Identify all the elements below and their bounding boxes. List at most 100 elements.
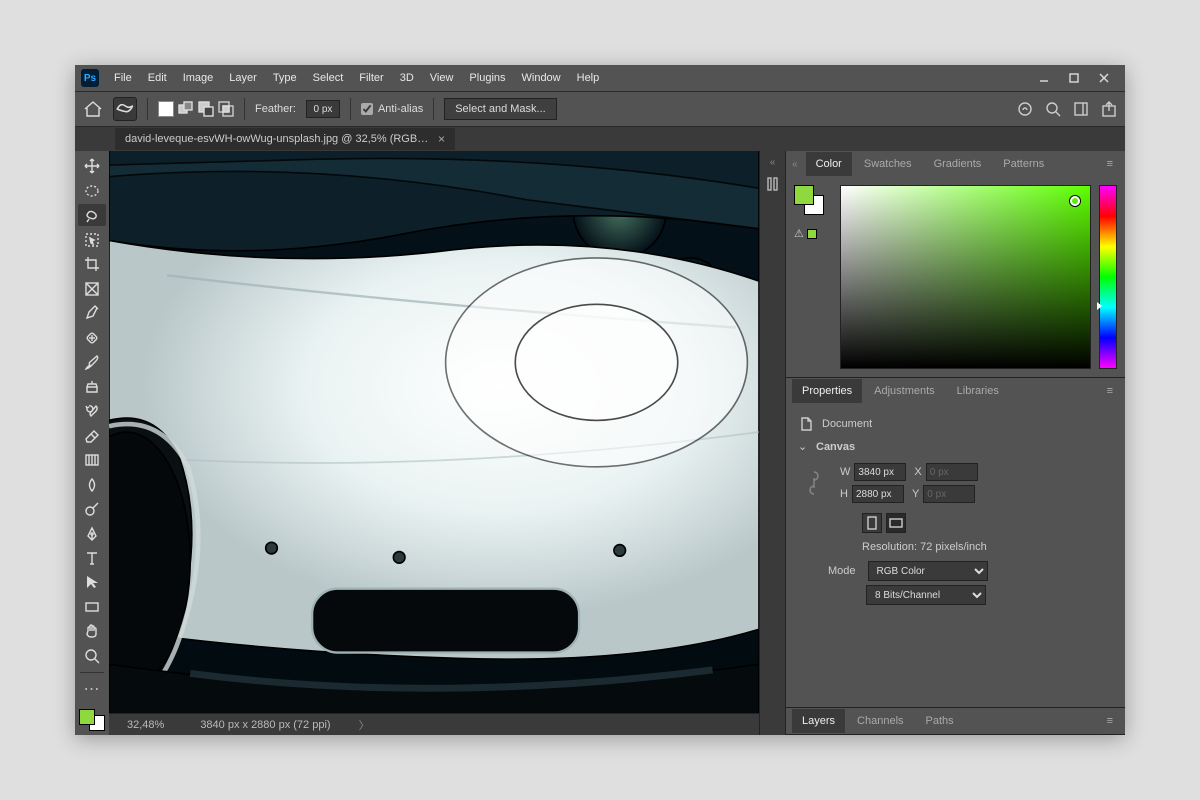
tab-patterns[interactable]: Patterns [993,152,1054,176]
clone-stamp-tool[interactable] [78,375,106,397]
edit-toolbar-icon[interactable]: ⋯ [78,678,106,700]
menu-select[interactable]: Select [306,68,351,88]
tab-gradients[interactable]: Gradients [924,152,992,176]
new-selection-icon[interactable] [158,101,174,117]
zoom-tool[interactable] [78,645,106,667]
tab-libraries[interactable]: Libraries [947,379,1009,403]
tab-channels[interactable]: Channels [847,709,913,733]
collapsed-panel-icon[interactable] [765,176,781,192]
crop-tool[interactable] [78,253,106,275]
menu-layer[interactable]: Layer [222,68,264,88]
menu-3d[interactable]: 3D [393,68,421,88]
menu-edit[interactable]: Edit [141,68,174,88]
color-panel: « Color Swatches Gradients Patterns ≡ ⚠ [786,151,1125,378]
properties-panel: Properties Adjustments Libraries ≡ Docum… [786,378,1125,708]
tools-panel: ⋯ [75,151,109,735]
color-mode-select[interactable]: RGB Color [868,561,988,581]
menu-plugins[interactable]: Plugins [462,68,512,88]
move-tool[interactable] [78,155,106,177]
eraser-tool[interactable] [78,424,106,446]
subtract-selection-icon[interactable] [198,101,214,117]
right-panels: « Color Swatches Gradients Patterns ≡ ⚠ [785,151,1125,735]
cloud-sync-icon[interactable] [1017,101,1033,117]
menu-window[interactable]: Window [515,68,568,88]
eyedropper-tool[interactable] [78,302,106,324]
window-controls [1029,68,1119,88]
saturation-value-picker[interactable] [840,185,1091,369]
main-area: ⋯ [75,151,1125,735]
add-selection-icon[interactable] [178,101,194,117]
frame-tool[interactable] [78,277,106,299]
tab-paths[interactable]: Paths [916,709,964,733]
foreground-color-swatch[interactable] [79,709,95,725]
dodge-tool[interactable] [78,498,106,520]
collapsed-panel-strip: « [759,151,785,735]
active-tool-icon[interactable] [113,97,137,121]
tab-layers[interactable]: Layers [792,709,845,733]
marquee-tool[interactable] [78,179,106,201]
lasso-tool[interactable] [78,204,106,226]
y-input [923,485,975,503]
color-swatches[interactable] [79,709,105,731]
height-input[interactable] [852,485,904,503]
tab-color[interactable]: Color [806,152,852,176]
orientation-landscape-icon[interactable] [886,513,906,533]
minimize-button[interactable] [1029,68,1059,88]
menu-view[interactable]: View [423,68,461,88]
panel-menu-icon[interactable]: ≡ [1101,158,1119,170]
share-icon[interactable] [1101,101,1117,117]
link-dimensions-icon[interactable] [808,469,820,497]
selection-mode-group [158,101,234,117]
menu-file[interactable]: File [107,68,139,88]
rectangle-tool[interactable] [78,596,106,618]
zoom-level[interactable]: 32,48% [119,719,172,731]
menu-image[interactable]: Image [176,68,221,88]
picker-swatches[interactable] [794,185,824,215]
antialias-option[interactable]: Anti-alias [361,103,423,115]
intersect-selection-icon[interactable] [218,101,234,117]
healing-tool[interactable] [78,326,106,348]
hue-slider[interactable] [1099,185,1117,369]
document-tab[interactable]: david-leveque-esvWH-owWug-unsplash.jpg @… [115,128,455,150]
tab-close-icon[interactable]: × [438,132,445,146]
gradient-tool[interactable] [78,449,106,471]
bit-depth-select[interactable]: 8 Bits/Channel [866,585,986,605]
brush-tool[interactable] [78,351,106,373]
layers-panel: Layers Channels Paths ≡ [786,708,1125,735]
canvas-section-label[interactable]: Canvas [816,441,855,453]
maximize-button[interactable] [1059,68,1089,88]
select-and-mask-button[interactable]: Select and Mask... [444,98,557,120]
tab-adjustments[interactable]: Adjustments [864,379,945,403]
document-tab-title: david-leveque-esvWH-owWug-unsplash.jpg @… [125,133,430,145]
picker-cursor[interactable] [1070,196,1080,206]
status-bar: 32,48% 3840 px x 2880 px (72 ppi) 〉 [109,713,759,735]
antialias-checkbox[interactable] [361,103,373,115]
gamut-warning-icon[interactable]: ⚠ [794,227,832,240]
canvas-area: 32,48% 3840 px x 2880 px (72 ppi) 〉 [109,151,759,735]
hand-tool[interactable] [78,620,106,642]
canvas[interactable] [109,151,759,713]
menu-filter[interactable]: Filter [352,68,390,88]
pen-tool[interactable] [78,522,106,544]
search-icon[interactable] [1045,101,1061,117]
type-tool[interactable] [78,547,106,569]
history-brush-tool[interactable] [78,400,106,422]
tab-properties[interactable]: Properties [792,379,862,403]
menu-type[interactable]: Type [266,68,304,88]
close-button[interactable] [1089,68,1119,88]
panel-menu-icon[interactable]: ≡ [1101,715,1119,727]
path-selection-tool[interactable] [78,571,106,593]
width-input[interactable] [854,463,906,481]
workspace-icon[interactable] [1073,101,1089,117]
object-selection-tool[interactable] [78,228,106,250]
home-icon[interactable] [83,100,103,118]
blur-tool[interactable] [78,473,106,495]
options-bar: Feather: Anti-alias Select and Mask... [75,91,1125,127]
document-label: Document [822,418,872,430]
menu-help[interactable]: Help [570,68,607,88]
orientation-portrait-icon[interactable] [862,513,882,533]
resolution-label: Resolution: 72 pixels/inch [862,541,987,553]
tab-swatches[interactable]: Swatches [854,152,922,176]
panel-menu-icon[interactable]: ≡ [1101,385,1119,397]
feather-input[interactable] [306,100,340,118]
